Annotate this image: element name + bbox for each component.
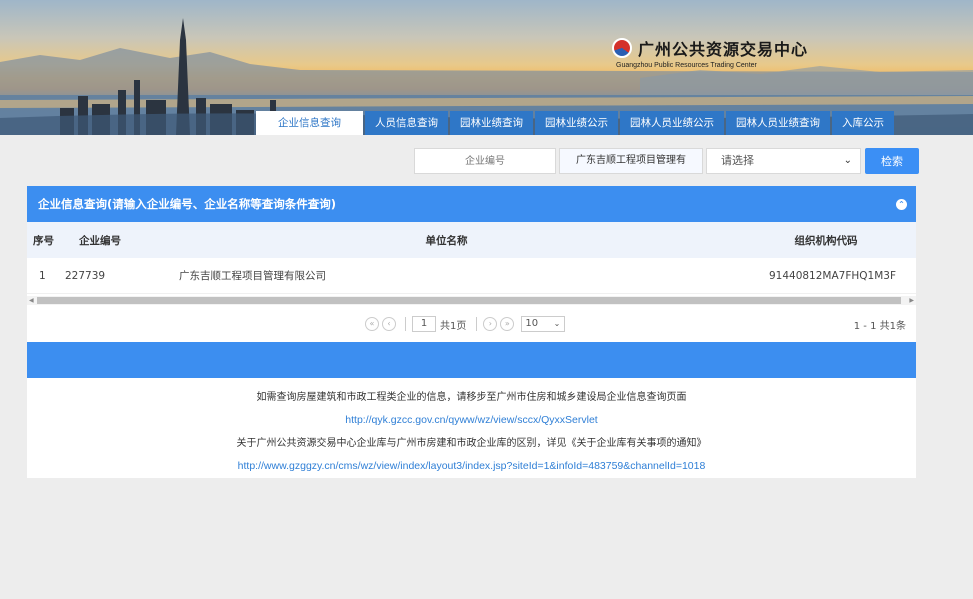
table-header: 序号 企业编号 单位名称 组织机构代码	[27, 222, 916, 258]
next-page-icon[interactable]: ›	[483, 317, 498, 331]
last-page-icon[interactable]: »	[500, 317, 515, 331]
site-subtitle: Guangzhou Public Resources Trading Cente…	[616, 62, 757, 69]
cell-index: 1	[39, 269, 46, 282]
scrollbar-thumb[interactable]	[37, 297, 901, 304]
pagination: « ‹ 1 共1页 › » 10 ⌄ 1 - 1 共1条	[27, 313, 916, 335]
horizontal-scrollbar[interactable]: ◀ ▶	[27, 296, 916, 305]
tab-landscape-staff-performance-publicity[interactable]: 园林人员业绩公示	[620, 111, 724, 135]
table-row[interactable]: 1 227739 广东吉顺工程项目管理有限公司 91440812MA7FHQ1M…	[27, 258, 916, 294]
cell-org-code: 91440812MA7FHQ1M3F	[768, 269, 896, 282]
tab-warehousing-publicity[interactable]: 入库公示	[832, 111, 894, 135]
tab-personnel-info-query[interactable]: 人员信息查询	[365, 111, 448, 135]
panel-title: 企业信息查询(请输入企业编号、企业名称等查询条件查询)	[38, 197, 337, 211]
footer-band	[27, 342, 916, 378]
tab-landscape-performance-publicity[interactable]: 园林业绩公示	[535, 111, 618, 135]
site-title: 广州公共资源交易中心	[638, 40, 809, 59]
note-housing-query: 如需查询房屋建筑和市政工程类企业的信息，请移步至广州市住房和城乡建设局企业信息查…	[256, 392, 687, 403]
panel-header: 企业信息查询(请输入企业编号、企业名称等查询条件查询) ⌃	[27, 186, 916, 222]
prev-page-icon[interactable]: ‹	[382, 317, 396, 331]
search-button[interactable]: 检索	[865, 148, 919, 174]
search-bar: 广东吉顺工程项目管理有 请选择 ⌄ 检索	[414, 148, 919, 174]
column-header-org-code: 组织机构代码	[794, 234, 858, 247]
category-select[interactable]: 请选择 ⌄	[706, 148, 861, 174]
tab-landscape-staff-performance-query[interactable]: 园林人员业绩查询	[726, 111, 830, 135]
notes-section: 如需查询房屋建筑和市政工程类企业的信息，请移步至广州市住房和城乡建设局企业信息查…	[27, 386, 916, 478]
logo-emblem-icon	[612, 38, 632, 58]
first-page-icon[interactable]: «	[365, 317, 379, 331]
category-select-value: 请选择	[721, 154, 754, 167]
nav-tabs: 企业信息查询 人员信息查询 园林业绩查询 园林业绩公示 园林人员业绩公示 园林人…	[256, 111, 896, 135]
cell-name: 广东吉顺工程项目管理有限公司	[179, 270, 326, 282]
scroll-left-icon[interactable]: ◀	[29, 296, 34, 305]
column-header-index: 序号	[33, 234, 54, 247]
column-header-name: 单位名称	[425, 234, 468, 247]
pager-divider	[476, 317, 478, 331]
tab-landscape-performance-query[interactable]: 园林业绩查询	[450, 111, 533, 135]
note-library-difference: 关于广州公共资源交易中心企业库与广州市房建和市政企业库的区别，详见《关于企业库有…	[236, 438, 707, 449]
chevron-down-icon: ⌄	[553, 319, 561, 328]
column-header-code: 企业编号	[79, 234, 121, 247]
tab-company-info-query[interactable]: 企业信息查询	[256, 111, 363, 135]
chevron-down-icon: ⌄	[843, 155, 852, 166]
site-logo[interactable]: 广州公共资源交易中心 Guangzhou Public Resources Tr…	[612, 36, 808, 69]
company-name-input[interactable]: 广东吉顺工程项目管理有	[559, 148, 703, 174]
result-panel: 企业信息查询(请输入企业编号、企业名称等查询条件查询) ⌃ 序号 企业编号 单位…	[27, 186, 916, 478]
page-number-input[interactable]: 1	[412, 316, 436, 332]
page-size-value: 10	[525, 318, 539, 329]
record-summary: 1 - 1 共1条	[853, 320, 906, 332]
page-size-select[interactable]: 10 ⌄	[521, 316, 566, 332]
link-housing-query[interactable]: http://qyk.gzcc.gov.cn/qyww/wz/view/sccx…	[27, 409, 916, 432]
scroll-right-icon[interactable]: ▶	[909, 296, 914, 305]
collapse-icon[interactable]: ⌃	[896, 199, 907, 210]
cell-code: 227739	[65, 269, 106, 282]
total-pages-text: 共1页	[440, 320, 467, 332]
company-code-input[interactable]	[414, 148, 556, 174]
link-library-notice[interactable]: http://www.gzggzy.cn/cms/wz/view/index/l…	[27, 455, 916, 478]
pager-divider	[405, 317, 406, 331]
